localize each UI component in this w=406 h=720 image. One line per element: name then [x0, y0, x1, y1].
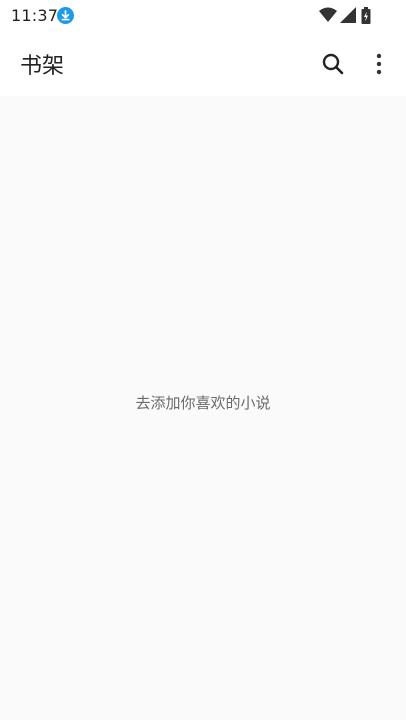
empty-state-message[interactable]: 去添加你喜欢的小说	[0, 392, 406, 413]
search-button[interactable]	[318, 49, 348, 79]
status-time: 11:37	[11, 6, 59, 25]
download-icon	[57, 7, 74, 24]
battery-icon	[361, 7, 371, 24]
screen: 11:37 书架 去添加你喜欢的小说	[0, 0, 406, 720]
page-title: 书架	[20, 54, 65, 79]
more-vert-icon	[376, 53, 382, 75]
bookshelf-content: 去添加你喜欢的小说	[0, 96, 406, 720]
app-bar: 书架	[0, 32, 406, 96]
more-options-button[interactable]	[366, 49, 392, 79]
signal-icon	[340, 7, 356, 23]
search-icon	[322, 53, 344, 75]
status-bar: 11:37	[0, 0, 406, 32]
wifi-icon	[319, 7, 337, 22]
